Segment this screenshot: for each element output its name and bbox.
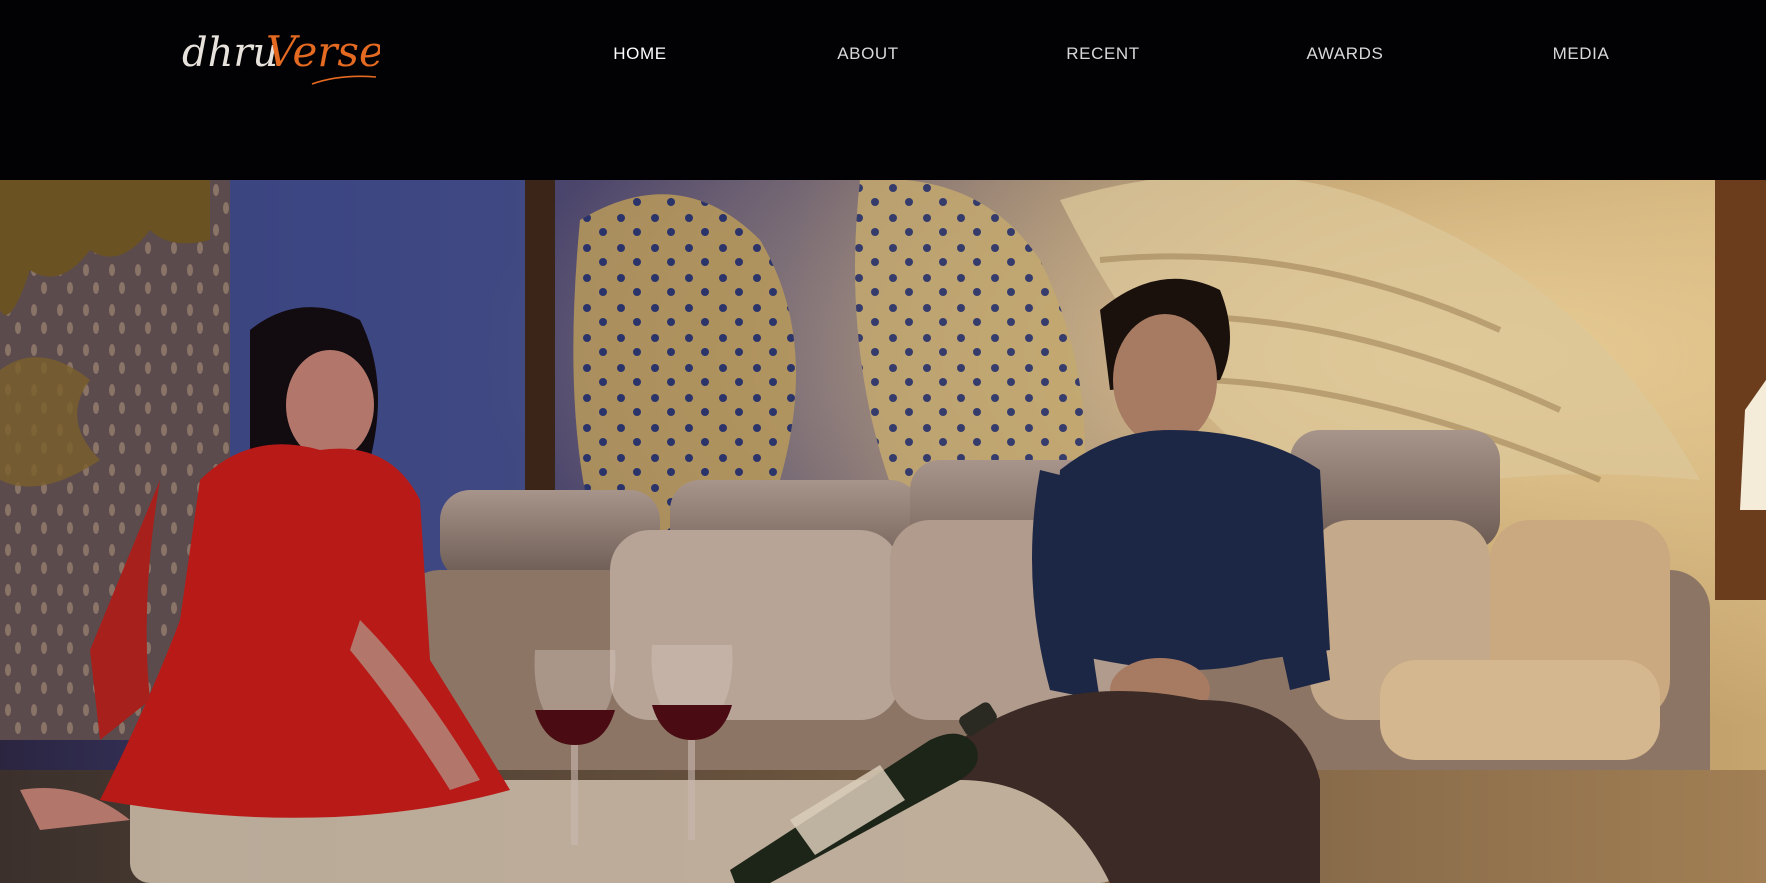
nav-item-media[interactable]: MEDIA bbox=[1553, 44, 1610, 64]
film-still-image bbox=[0, 180, 1766, 883]
nav-item-recent[interactable]: RECENT bbox=[1066, 44, 1140, 64]
site-header: dhru Verse HOME ABOUT RECENT AWARDS MEDI… bbox=[0, 0, 1766, 180]
hero-film-still bbox=[0, 180, 1766, 883]
nav-item-awards[interactable]: AWARDS bbox=[1307, 44, 1384, 64]
nav-item-home[interactable]: HOME bbox=[613, 44, 666, 64]
main-nav: HOME ABOUT RECENT AWARDS MEDIA bbox=[0, 0, 1766, 110]
nav-item-about[interactable]: ABOUT bbox=[837, 44, 899, 64]
